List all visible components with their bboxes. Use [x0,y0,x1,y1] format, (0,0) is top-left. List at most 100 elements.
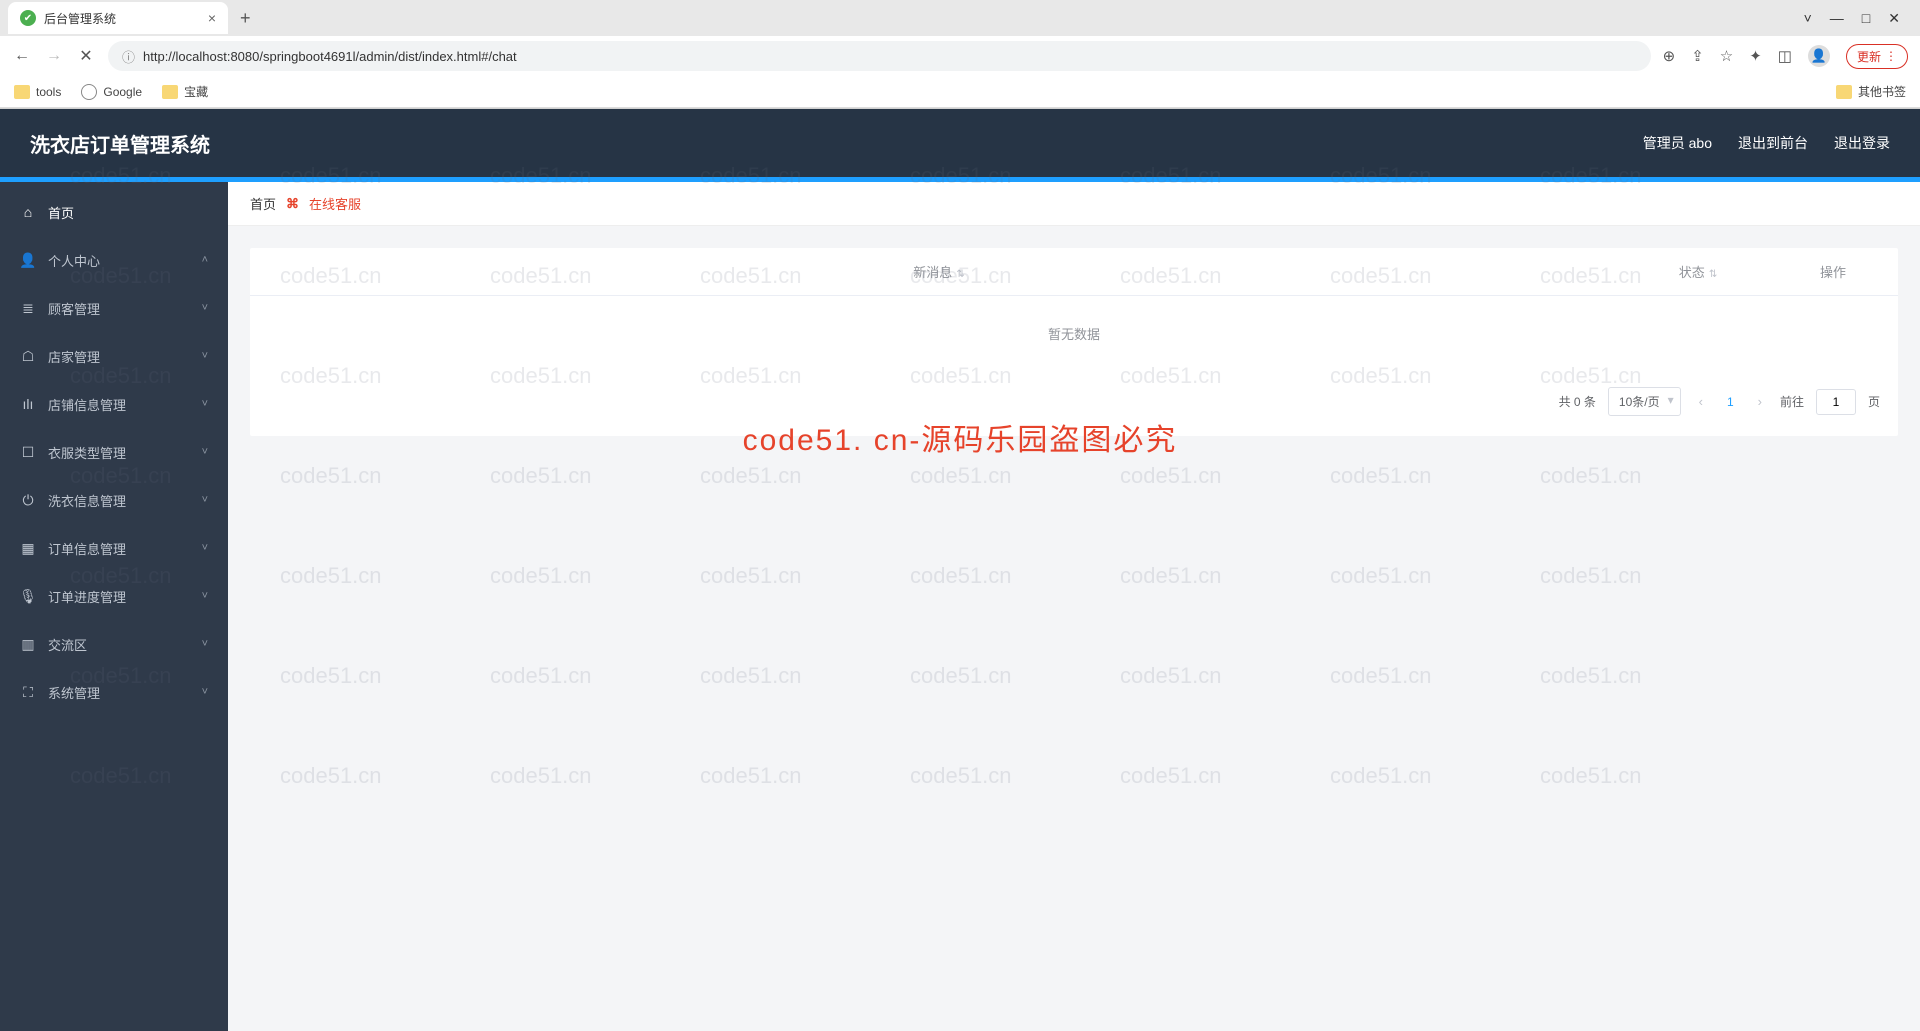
extensions-icon[interactable]: ✦ [1749,47,1762,65]
back-button[interactable]: ← [12,47,32,65]
col-status[interactable]: 状态 [1628,262,1768,281]
user-icon: 👤 [20,252,36,269]
col-message[interactable]: 新消息 [250,262,1628,281]
update-button[interactable]: 更新 ⋮ [1846,44,1908,69]
sidebar: ⌂ 首页 👤 个人中心 ˄ ≣ 顾客管理 ˅ ☖ 店家管理 ˅ ılı 店铺信息管理 ˅ ☐ 衣服类… [0,182,228,1031]
shop-icon: ☖ [20,348,36,365]
sidebar-item-label: 顾客管理 [48,299,100,318]
sidebar-item-customers[interactable]: ≣ 顾客管理 ˅ [0,284,228,332]
chevron-down-icon: ˅ [202,686,208,698]
app-header: 洗衣店订单管理系统 管理员 abo 退出到前台 退出登录 [0,109,1920,177]
data-table: 新消息 状态 操作 暂无数据 [250,248,1898,371]
user-label[interactable]: 管理员 abo [1643,133,1712,153]
bookmark-star-icon[interactable]: ☆ [1720,47,1733,65]
page-size-select[interactable]: 10条/页 [1608,387,1681,416]
sidebar-item-order-progress[interactable]: 🎙 订单进度管理 ˅ [0,572,228,620]
box-icon: ☐ [20,444,36,461]
url-text: http://localhost:8080/springboot4691l/ad… [143,49,517,64]
maximize-icon[interactable]: □ [1862,10,1870,27]
content-card: 新消息 状态 操作 暂无数据 共 0 条 10条/页 ‹ 1 › 前往 页 [250,248,1898,436]
forward-button[interactable]: → [44,47,64,65]
sidebar-item-cloth-type[interactable]: ☐ 衣服类型管理 ˅ [0,428,228,476]
chart-icon: ılı [20,396,36,412]
empty-state: 暂无数据 [250,296,1898,371]
sidebar-item-label: 首页 [48,203,74,222]
profile-avatar-icon[interactable]: 👤 [1808,45,1830,67]
chevron-down-icon: ˅ [202,494,208,506]
sidebar-item-forum[interactable]: ▥交流区˅ [0,620,228,668]
sidebar-item-home[interactable]: ⌂ 首页 [0,188,228,236]
sidebar-item-profile[interactable]: 👤 个人中心 ˄ [0,236,228,284]
crumb-home[interactable]: 首页 [250,194,276,213]
sidebar-item-order-info[interactable]: ▦ 订单信息管理 ˅ [0,524,228,572]
chevron-down-icon: ˅ [202,638,208,650]
to-front-link[interactable]: 退出到前台 [1738,133,1808,153]
new-tab-button[interactable]: + [240,8,251,29]
folder-icon [14,85,30,99]
next-page-button[interactable]: › [1752,394,1768,409]
sidebar-item-label: 衣服类型管理 [48,443,126,462]
sidebar-item-shops[interactable]: ☖ 店家管理 ˅ [0,332,228,380]
expand-icon: ⛶ [20,684,36,701]
app-root: 洗衣店订单管理系统 管理员 abo 退出到前台 退出登录 ⌂ 首页 👤 个人中心 ˄ … [0,109,1920,1031]
tab-title: 后台管理系统 [44,10,116,27]
sidebar-item-label: 店家管理 [48,347,100,366]
folder-icon [162,85,178,99]
home-icon: ⌂ [20,204,36,220]
pagination: 共 0 条 10条/页 ‹ 1 › 前往 页 [250,371,1898,416]
close-window-icon[interactable]: ✕ [1888,10,1900,27]
columns-icon: ▥ [20,636,36,653]
chevron-down-icon: ˅ [202,446,208,458]
goto-input[interactable] [1816,389,1856,415]
tab-bar: ✔ 后台管理系统 × + ˅ — □ ✕ [0,0,1920,36]
sidebar-item-shop-info[interactable]: ılı 店铺信息管理 ˅ [0,380,228,428]
power-icon: ⏻ [20,492,36,509]
sidebar-item-wash-info[interactable]: ⏻洗衣信息管理˅ [0,476,228,524]
sidepanel-icon[interactable]: ◫ [1778,47,1792,65]
globe-icon [81,84,97,100]
chevron-down-icon: ˅ [202,302,208,314]
browser-tab[interactable]: ✔ 后台管理系统 × [8,2,228,34]
sidebar-item-label: 个人中心 [48,251,100,270]
address-bar: ← → ✕ ⓘ http://localhost:8080/springboot… [0,36,1920,76]
sidebar-item-label: 订单信息管理 [48,539,126,558]
logout-link[interactable]: 退出登录 [1834,133,1890,153]
reload-button[interactable]: ✕ [76,46,96,66]
pager-total: 共 0 条 [1559,393,1596,410]
share-icon[interactable]: ⇪ [1691,47,1704,65]
goto-label-pre: 前往 [1780,393,1804,410]
sidebar-item-label: 店铺信息管理 [48,395,126,414]
mic-icon: 🎙 [20,588,36,605]
grid-icon: ▦ [20,540,36,557]
browser-chrome: ✔ 后台管理系统 × + ˅ — □ ✕ ← → ✕ ⓘ http://loca… [0,0,1920,109]
chevron-down-icon: ˅ [202,350,208,362]
chevron-down-icon: ˅ [202,398,208,410]
app-body: ⌂ 首页 👤 个人中心 ˄ ≣ 顾客管理 ˅ ☖ 店家管理 ˅ ılı 店铺信息管理 ˅ ☐ 衣服类… [0,182,1920,1031]
crumb-current: 在线客服 [309,194,361,213]
breadcrumb: 首页 ⌘ 在线客服 [228,182,1920,226]
bookmark-treasure[interactable]: 宝藏 [162,83,208,100]
close-tab-icon[interactable]: × [208,10,216,26]
page-number[interactable]: 1 [1721,395,1740,409]
app-title: 洗衣店订单管理系统 [30,129,210,158]
sidebar-item-label: 订单进度管理 [48,587,126,606]
sidebar-item-system[interactable]: ⛶ 系统管理 ˅ [0,668,228,716]
list-icon: ≣ [20,300,36,317]
sidebar-item-label: 系统管理 [48,683,100,702]
main-content: 首页 ⌘ 在线客服 新消息 状态 操作 暂无数据 共 0 条 10条/页 ‹ [228,182,1920,1031]
prev-page-button[interactable]: ‹ [1693,394,1709,409]
dropdown-icon[interactable]: ˅ [1804,10,1812,27]
minimize-icon[interactable]: — [1830,10,1844,27]
chevron-down-icon: ˅ [202,542,208,554]
favicon-icon: ✔ [20,10,36,26]
chevron-down-icon: ˅ [202,590,208,602]
zoom-icon[interactable]: ⊕ [1663,47,1676,65]
bookmark-other[interactable]: 其他书签 [1836,83,1906,100]
bookmark-tools[interactable]: tools [14,85,61,99]
goto-label-suf: 页 [1868,393,1880,410]
chevron-up-icon: ˄ [202,254,208,266]
bookmark-google[interactable]: Google [81,84,142,100]
site-info-icon[interactable]: ⓘ [122,47,135,66]
url-input[interactable]: ⓘ http://localhost:8080/springboot4691l/… [108,41,1651,71]
bookmarks-bar: tools Google 宝藏 其他书签 [0,76,1920,108]
